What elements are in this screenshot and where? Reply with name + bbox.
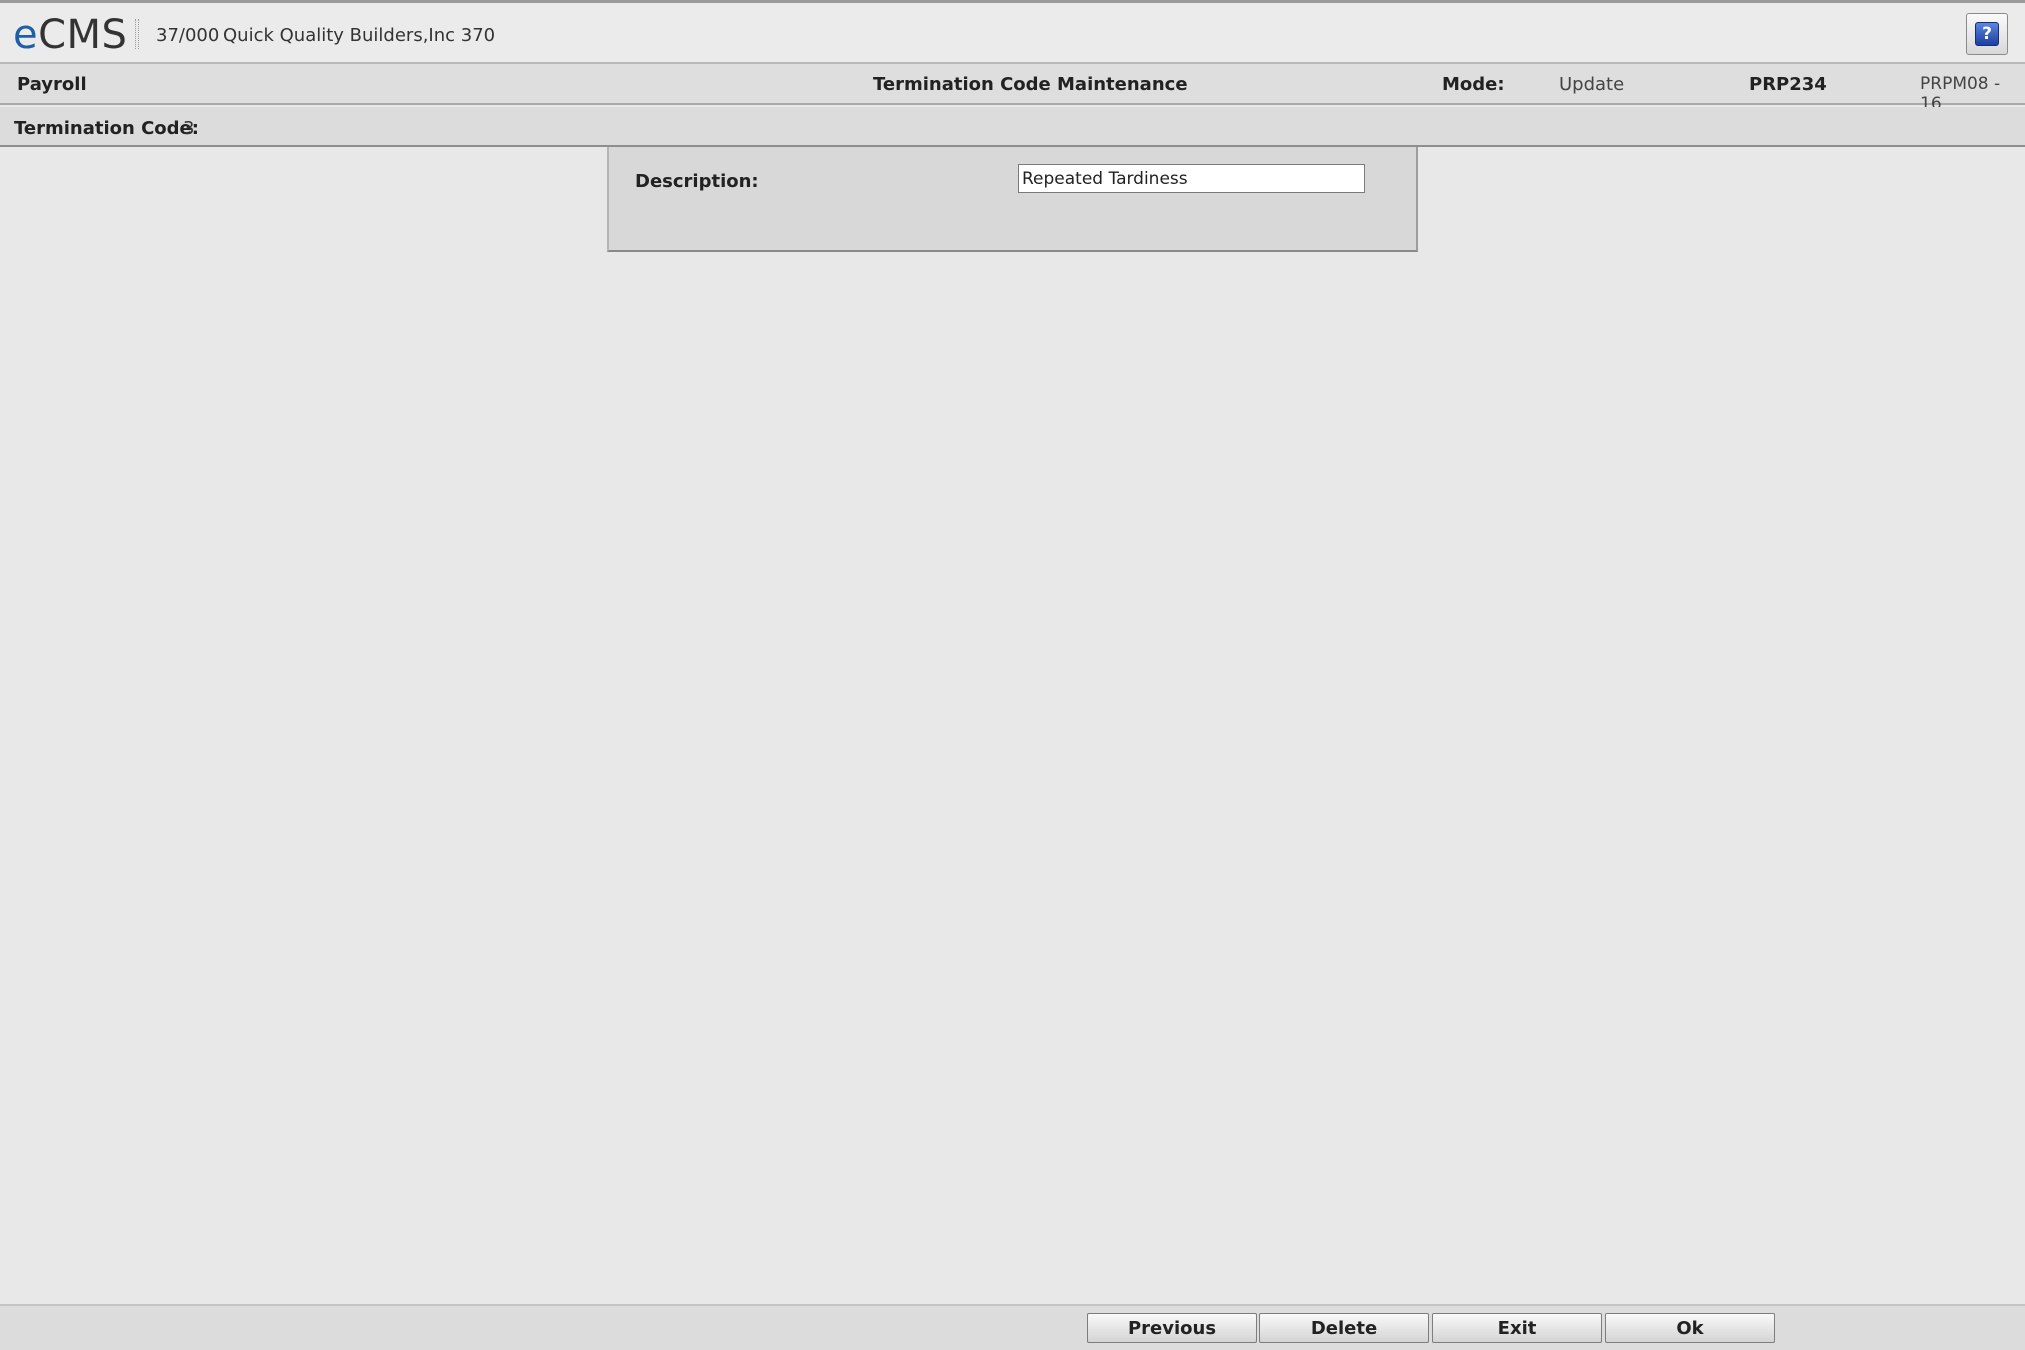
logo-suffix: CMS bbox=[38, 12, 128, 58]
description-label: Description: bbox=[635, 171, 759, 192]
form-panel: Description: bbox=[607, 147, 1418, 252]
app-window: eCMS 37/000 Quick Quality Builders,Inc 3… bbox=[0, 0, 2025, 1350]
page-title: Termination Code Maintenance bbox=[873, 74, 1188, 95]
help-button[interactable]: ? bbox=[1966, 13, 2008, 55]
company-code: 37/000 bbox=[156, 25, 220, 46]
termination-code-value: 3 bbox=[183, 118, 195, 139]
help-icon: ? bbox=[1975, 22, 1999, 46]
title-bar: Payroll Termination Code Maintenance Mod… bbox=[0, 64, 2025, 114]
top-header: eCMS 37/000 Quick Quality Builders,Inc 3… bbox=[0, 0, 2025, 64]
key-bar: Termination Code: 3 bbox=[0, 107, 2025, 147]
module-name: Payroll bbox=[17, 74, 87, 95]
ok-button[interactable]: Ok bbox=[1605, 1313, 1775, 1343]
logo-prefix: e bbox=[13, 12, 39, 58]
logo-separator bbox=[135, 19, 139, 49]
mode-label: Mode: bbox=[1442, 74, 1505, 95]
description-input[interactable] bbox=[1018, 164, 1365, 193]
termination-code-label: Termination Code: bbox=[14, 118, 199, 139]
mode-value: Update bbox=[1559, 74, 1625, 95]
program-id: PRP234 bbox=[1749, 74, 1827, 95]
company-name: Quick Quality Builders,Inc 370 bbox=[223, 25, 496, 46]
delete-button[interactable]: Delete bbox=[1259, 1313, 1429, 1343]
ecms-logo: eCMS bbox=[13, 11, 127, 59]
footer-bar: Previous Delete Exit Ok bbox=[0, 1304, 2025, 1350]
previous-button[interactable]: Previous bbox=[1087, 1313, 1257, 1343]
exit-button[interactable]: Exit bbox=[1432, 1313, 1602, 1343]
